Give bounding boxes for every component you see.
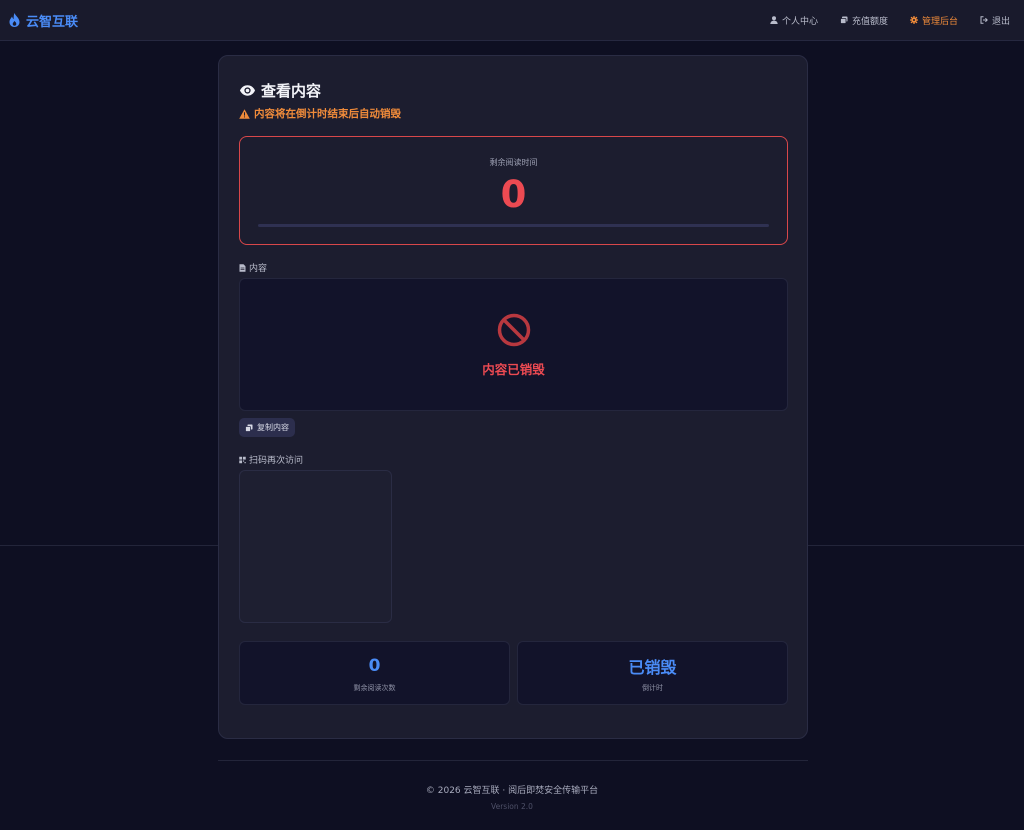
user-icon [770, 16, 778, 24]
logout-icon [980, 16, 988, 24]
qrcode-icon [239, 456, 246, 463]
copy-content-button[interactable]: 复制内容 [239, 418, 295, 437]
view-content-card: 查看内容 内容将在倒计时结束后自动销毁 剩余阅读时间 0 内容 内容已销毁 复制… [218, 55, 808, 739]
copy-icon [245, 424, 253, 432]
nav-recharge[interactable]: 充值额度 [840, 14, 888, 27]
countdown-value: 已销毁 [628, 658, 677, 677]
warning-text: 内容将在倒计时结束后自动销毁 [254, 108, 401, 120]
nav-profile[interactable]: 个人中心 [770, 14, 818, 27]
timer-label: 剩余阅读时间 [489, 158, 538, 167]
qr-section-label: 扫码再次访问 [239, 453, 303, 466]
content-destroyed-text: 内容已销毁 [482, 362, 545, 377]
brand[interactable]: 云智互联 [8, 11, 78, 30]
stat-countdown: 已销毁 倒计时 [517, 641, 788, 705]
stat-remaining-reads: 0 剩余阅读次数 [239, 641, 510, 705]
nav-profile-label: 个人中心 [781, 16, 818, 27]
footer-version: Version 2.0 [491, 802, 533, 811]
footer-divider [218, 760, 808, 761]
timer-progress-track [258, 224, 769, 227]
nav-logout-label: 退出 [991, 16, 1010, 27]
nav-logout[interactable]: 退出 [980, 14, 1010, 27]
nav-links: 个人中心 充值额度 管理后台 退出 [770, 14, 1016, 27]
content-display: 内容已销毁 [239, 278, 788, 411]
qr-section-text: 扫码再次访问 [249, 456, 304, 466]
nav-admin-label: 管理后台 [921, 16, 958, 27]
countdown-label: 倒计时 [642, 684, 663, 692]
timer-panel: 剩余阅读时间 0 [239, 136, 788, 245]
ban-icon [497, 313, 531, 347]
nav-admin[interactable]: 管理后台 [909, 14, 958, 27]
nav-recharge-label: 充值额度 [851, 16, 888, 27]
flame-icon [9, 13, 20, 27]
warning-row: 内容将在倒计时结束后自动销毁 [239, 106, 401, 121]
page-title: 查看内容 [261, 82, 322, 100]
navbar: 云智互联 个人中心 充值额度 管理后台 退出 [0, 0, 1024, 41]
remaining-reads-value: 0 [368, 656, 381, 676]
remaining-reads-label: 剩余阅读次数 [353, 684, 396, 692]
footer-copyright: © 2026 云智互联 · 阅后即焚安全传输平台 [425, 786, 599, 796]
eye-icon [239, 85, 256, 96]
timer-value: 0 [500, 173, 527, 216]
file-icon [239, 263, 246, 272]
coins-icon [840, 16, 848, 24]
content-section-label: 内容 [239, 261, 267, 274]
title-row: 查看内容 [239, 80, 321, 101]
qr-code-area [239, 470, 392, 623]
gear-icon [909, 16, 918, 24]
copy-content-label: 复制内容 [257, 423, 289, 432]
content-section-text: 内容 [249, 264, 268, 274]
warning-icon [239, 108, 250, 119]
brand-name: 云智互联 [26, 14, 79, 30]
